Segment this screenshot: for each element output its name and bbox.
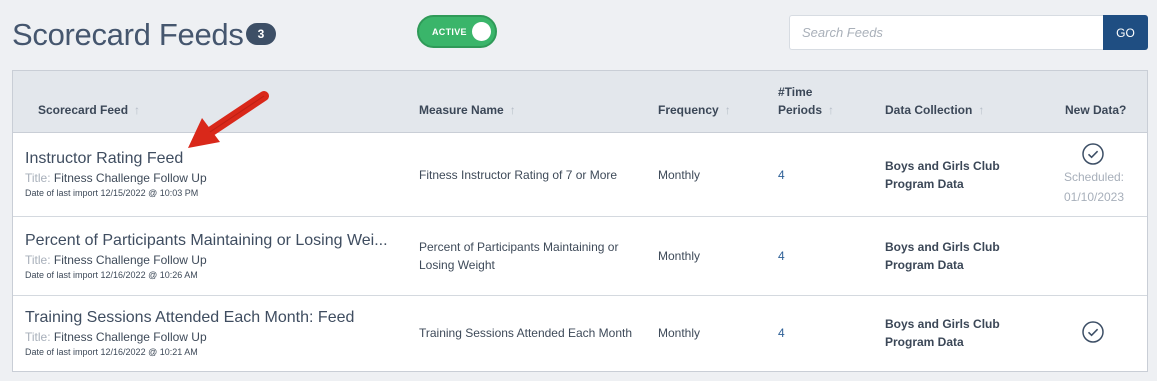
feed-name-link[interactable]: Training Sessions Attended Each Month: F…	[25, 309, 354, 327]
last-import-date: Date of last import 12/15/2022 @ 10:03 P…	[25, 188, 199, 198]
annotation-arrow-icon	[188, 91, 269, 148]
title-prefix: Title:	[25, 171, 51, 185]
last-import-date: Date of last import 12/16/2022 @ 10:26 A…	[25, 270, 198, 280]
measure-name: Percent of Participants Maintaining or Lo…	[419, 238, 618, 274]
check-circle-icon	[1082, 143, 1104, 165]
time-periods-value: 4	[778, 168, 785, 182]
feed-title-value: Fitness Challenge Follow Up	[53, 171, 207, 185]
column-label: #Time	[778, 85, 813, 99]
sort-arrow-icon: ↑	[509, 103, 516, 117]
last-import-date: Date of last import 12/16/2022 @ 10:21 A…	[25, 347, 198, 357]
feed-title-value: Fitness Challenge Follow Up	[53, 330, 207, 344]
data-collection: Boys and Girls Club Program Data	[885, 315, 1000, 351]
column-header-frequency[interactable]: Frequency ↑	[658, 101, 731, 119]
time-periods-value: 4	[778, 326, 785, 340]
column-label: Data Collection	[885, 103, 973, 117]
title-prefix: Title:	[25, 330, 51, 344]
table-row[interactable]: Percent of Participants Maintaining or L…	[13, 217, 1147, 296]
feed-count-badge: 3	[246, 23, 276, 45]
sort-arrow-icon: ↑	[978, 103, 985, 117]
toggle-knob	[472, 22, 491, 41]
collection-line: Boys and Girls Club	[885, 159, 1000, 173]
feed-title: Title: Fitness Challenge Follow Up	[25, 330, 207, 344]
measure-line: Fitness Instructor Rating of 7 or More	[419, 168, 618, 182]
collection-line: Program Data	[885, 335, 964, 349]
feed-name-link[interactable]: Percent of Participants Maintaining or L…	[25, 232, 388, 250]
scheduled-date: 01/10/2023	[1063, 190, 1125, 204]
page-title: Scorecard Feeds	[12, 17, 244, 52]
collection-line: Boys and Girls Club	[885, 240, 1000, 254]
column-header-time-periods[interactable]: #Time Periods ↑	[778, 83, 834, 119]
frequency-value: Monthly	[658, 326, 701, 340]
measure-line: Percent of Participants Maintaining or	[419, 240, 619, 254]
column-label: Measure Name	[419, 103, 504, 117]
active-toggle[interactable]: ACTIVE	[417, 15, 497, 48]
column-header-measure-name[interactable]: Measure Name ↑	[419, 101, 516, 119]
column-header-data-collection[interactable]: Data Collection ↑	[885, 101, 984, 119]
column-label: Frequency	[658, 103, 719, 117]
feed-name-link[interactable]: Instructor Rating Feed	[25, 150, 183, 168]
go-button[interactable]: GO	[1103, 15, 1148, 50]
title-prefix: Title:	[25, 253, 51, 267]
collection-line: Program Data	[885, 177, 964, 191]
toggle-label: ACTIVE	[432, 27, 467, 37]
frequency-value: Monthly	[658, 168, 701, 182]
sort-arrow-icon: ↑	[134, 103, 141, 117]
time-periods-value: 4	[778, 249, 785, 263]
frequency-value: Monthly	[658, 249, 701, 263]
sort-arrow-icon: ↑	[724, 103, 731, 117]
data-collection: Boys and Girls Club Program Data	[885, 238, 1000, 274]
collection-line: Boys and Girls Club	[885, 317, 1000, 331]
measure-line: Training Sessions Attended Each Month	[419, 326, 633, 340]
measure-name: Training Sessions Attended Each Month	[419, 324, 632, 342]
column-header-new-data: New Data?	[1065, 103, 1127, 117]
check-circle-icon	[1082, 321, 1104, 343]
feed-title: Title: Fitness Challenge Follow Up	[25, 253, 207, 267]
search-input[interactable]	[789, 15, 1103, 50]
measure-line: Losing Weight	[419, 258, 495, 272]
collection-line: Program Data	[885, 258, 964, 272]
column-header-scorecard-feed[interactable]: Scorecard Feed ↑	[38, 101, 140, 119]
column-label: Periods	[778, 103, 823, 117]
data-collection: Boys and Girls Club Program Data	[885, 157, 1000, 193]
table-row[interactable]: Training Sessions Attended Each Month: F…	[13, 296, 1147, 371]
measure-name: Fitness Instructor Rating of 7 or More	[419, 166, 617, 184]
feed-title-value: Fitness Challenge Follow Up	[53, 253, 207, 267]
scheduled-label: Scheduled:	[1063, 170, 1125, 184]
column-label: Scorecard Feed	[38, 103, 129, 117]
sort-arrow-icon: ↑	[828, 103, 835, 117]
feed-title: Title: Fitness Challenge Follow Up	[25, 171, 207, 185]
